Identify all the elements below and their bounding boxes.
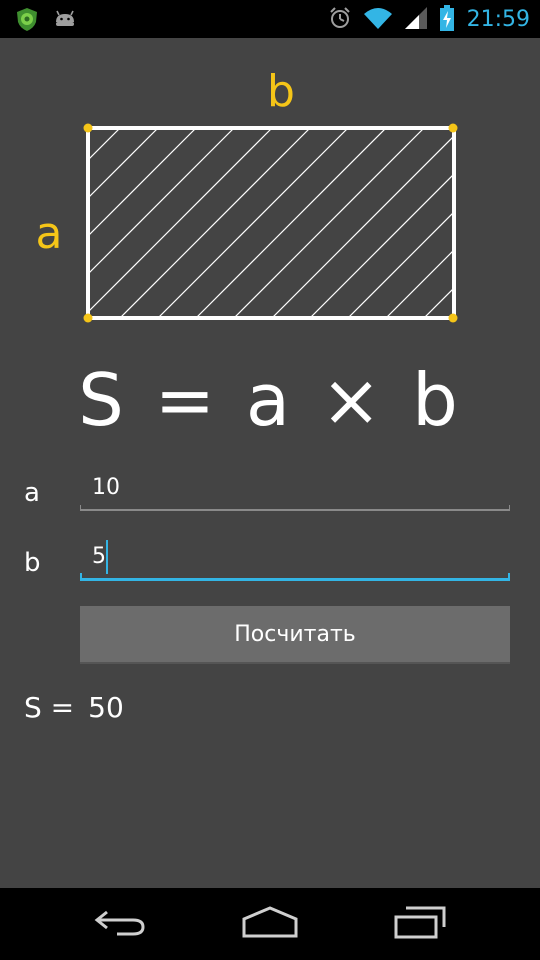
- alarm-icon: [327, 5, 353, 35]
- home-button[interactable]: [235, 902, 305, 946]
- input-b-underline: [80, 573, 510, 581]
- calculate-button[interactable]: Посчитать: [80, 606, 510, 664]
- area-formula: S = a × b: [78, 358, 462, 442]
- result-value: 50: [88, 691, 124, 724]
- android-notification-icon: [52, 6, 78, 36]
- hatch-lines: [88, 128, 454, 318]
- input-label-b: b: [24, 548, 41, 578]
- wifi-icon: [363, 5, 393, 35]
- screen: 21:59 b a S = a × b a 10 b 5 Посчитать S…: [0, 0, 540, 960]
- corner-dot: [448, 313, 458, 323]
- corner-dot: [83, 313, 93, 323]
- shield-notification-icon: [14, 6, 40, 36]
- status-bar: 21:59: [0, 0, 540, 38]
- input-a-field[interactable]: 10: [80, 470, 510, 510]
- result-display: S = 50: [24, 688, 124, 728]
- side-label-a: a: [35, 208, 63, 259]
- back-button[interactable]: [85, 902, 155, 946]
- rectangle-diagram: b a: [0, 38, 540, 338]
- corner-dot: [448, 123, 458, 133]
- result-prefix: S =: [24, 691, 75, 724]
- input-label-a: a: [24, 478, 40, 508]
- home-icon: [241, 905, 299, 943]
- recent-apps-icon: [392, 905, 448, 943]
- signal-icon: [403, 5, 429, 35]
- input-a-underline: [80, 505, 510, 511]
- recent-apps-button[interactable]: [385, 902, 455, 946]
- battery-charging-icon: [439, 4, 455, 36]
- side-label-b: b: [267, 66, 295, 117]
- corner-dot: [83, 123, 93, 133]
- input-b-field[interactable]: 5: [80, 539, 510, 579]
- clock: 21:59: [466, 7, 530, 32]
- navigation-bar: [0, 888, 540, 960]
- text-cursor: [106, 540, 108, 574]
- back-icon: [93, 906, 147, 942]
- rectangle-outline: [86, 126, 456, 320]
